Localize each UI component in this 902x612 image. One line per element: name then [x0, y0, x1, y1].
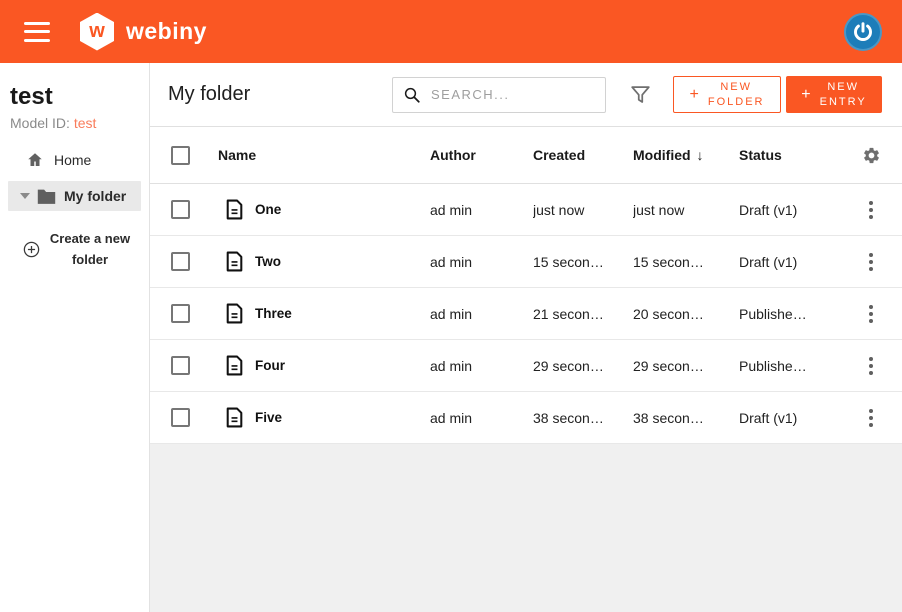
entry-modified: 29 secon…: [633, 358, 739, 374]
model-id: Model ID: test: [0, 111, 149, 131]
plus-icon: +: [801, 84, 810, 106]
sidebar-folder-label: My folder: [64, 188, 126, 204]
entry-created: just now: [533, 202, 633, 218]
entry-author: ad min: [430, 306, 533, 322]
search-icon: [403, 86, 421, 104]
empty-area: [150, 444, 902, 612]
search-box[interactable]: [392, 77, 606, 113]
entry-created: 29 secon…: [533, 358, 633, 374]
entry-modified: 20 secon…: [633, 306, 739, 322]
chevron-down-icon[interactable]: [20, 193, 30, 199]
entry-author: ad min: [430, 358, 533, 374]
entry-status: Publishe…: [739, 358, 840, 374]
power-icon: [852, 21, 874, 43]
entry-created: 38 secon…: [533, 410, 633, 426]
column-header-modified[interactable]: Modified↓: [633, 147, 739, 163]
select-all-checkbox[interactable]: [171, 146, 190, 165]
sidebar-home-label: Home: [54, 152, 91, 168]
table-row[interactable]: Two ad min 15 secon… 15 secon… Draft (v1…: [150, 236, 902, 288]
model-title: test: [0, 83, 149, 111]
sidebar-item-my-folder[interactable]: My folder: [8, 181, 141, 211]
row-checkbox[interactable]: [171, 304, 190, 323]
kebab-menu-icon[interactable]: [865, 403, 877, 432]
kebab-menu-icon[interactable]: [865, 247, 877, 276]
home-icon: [26, 151, 44, 169]
plus-icon: +: [690, 84, 699, 106]
top-app-bar: w webiny: [0, 0, 902, 63]
new-entry-label: NEW ENTRY: [820, 80, 867, 110]
entry-created: 15 secon…: [533, 254, 633, 270]
entry-name[interactable]: Three: [255, 306, 292, 321]
column-header-author[interactable]: Author: [430, 147, 533, 163]
table-settings-gear-icon[interactable]: [862, 146, 881, 165]
entry-status: Draft (v1): [739, 410, 840, 426]
entry-created: 21 secon…: [533, 306, 633, 322]
webiny-cms-window: w webiny test Model ID: test: [0, 0, 902, 612]
filter-button[interactable]: [630, 85, 651, 105]
document-icon: [226, 303, 243, 324]
kebab-menu-icon[interactable]: [865, 351, 877, 380]
create-new-folder-button[interactable]: Create a new folder: [0, 213, 149, 271]
entry-name[interactable]: Five: [255, 410, 282, 425]
add-circle-icon: [22, 240, 41, 259]
row-checkbox[interactable]: [171, 408, 190, 427]
user-avatar[interactable]: [844, 13, 882, 51]
table-row[interactable]: One ad min just now just now Draft (v1): [150, 184, 902, 236]
document-icon: [226, 407, 243, 428]
main-content: My folder +: [150, 63, 902, 612]
column-header-status[interactable]: Status: [739, 147, 840, 163]
kebab-menu-icon[interactable]: [865, 299, 877, 328]
entry-modified: just now: [633, 202, 739, 218]
table-header: Name Author Created Modified↓ Status: [150, 127, 902, 184]
folder-icon: [37, 188, 56, 204]
new-entry-button[interactable]: + NEW ENTRY: [786, 76, 882, 113]
entry-name[interactable]: Four: [255, 358, 285, 373]
table-row[interactable]: Five ad min 38 secon… 38 secon… Draft (v…: [150, 392, 902, 444]
entry-name[interactable]: One: [255, 202, 281, 217]
entry-modified: 38 secon…: [633, 410, 739, 426]
page-title: My folder: [168, 83, 250, 106]
entry-modified: 15 secon…: [633, 254, 739, 270]
column-header-created[interactable]: Created: [533, 147, 633, 163]
content-header: My folder +: [150, 63, 902, 127]
row-checkbox[interactable]: [171, 252, 190, 271]
search-input[interactable]: [431, 87, 581, 102]
webiny-hexagon-badge: w: [80, 13, 114, 51]
row-checkbox[interactable]: [171, 356, 190, 375]
new-folder-label: NEW FOLDER: [708, 80, 765, 110]
entry-status: Draft (v1): [739, 202, 840, 218]
entry-author: ad min: [430, 202, 533, 218]
entry-author: ad min: [430, 254, 533, 270]
sort-desc-icon: ↓: [697, 147, 704, 163]
document-icon: [226, 355, 243, 376]
entry-status: Publishe…: [739, 306, 840, 322]
sidebar: test Model ID: test Home My folder: [0, 63, 150, 612]
entry-status: Draft (v1): [739, 254, 840, 270]
model-id-link[interactable]: test: [74, 115, 97, 131]
hamburger-menu-icon[interactable]: [24, 22, 50, 42]
document-icon: [226, 251, 243, 272]
row-checkbox[interactable]: [171, 200, 190, 219]
sidebar-item-home[interactable]: Home: [0, 137, 149, 179]
new-folder-button[interactable]: + NEW FOLDER: [673, 76, 781, 113]
entry-author: ad min: [430, 410, 533, 426]
kebab-menu-icon[interactable]: [865, 195, 877, 224]
webiny-logo[interactable]: w webiny: [80, 13, 207, 51]
column-header-name[interactable]: Name: [210, 147, 430, 163]
entry-name[interactable]: Two: [255, 254, 281, 269]
table-row[interactable]: Three ad min 21 secon… 20 secon… Publish…: [150, 288, 902, 340]
create-folder-label: Create a new folder: [47, 229, 133, 271]
model-id-label: Model ID:: [10, 115, 74, 131]
document-icon: [226, 199, 243, 220]
table-row[interactable]: Four ad min 29 secon… 29 secon… Publishe…: [150, 340, 902, 392]
webiny-wordmark: webiny: [126, 18, 207, 45]
